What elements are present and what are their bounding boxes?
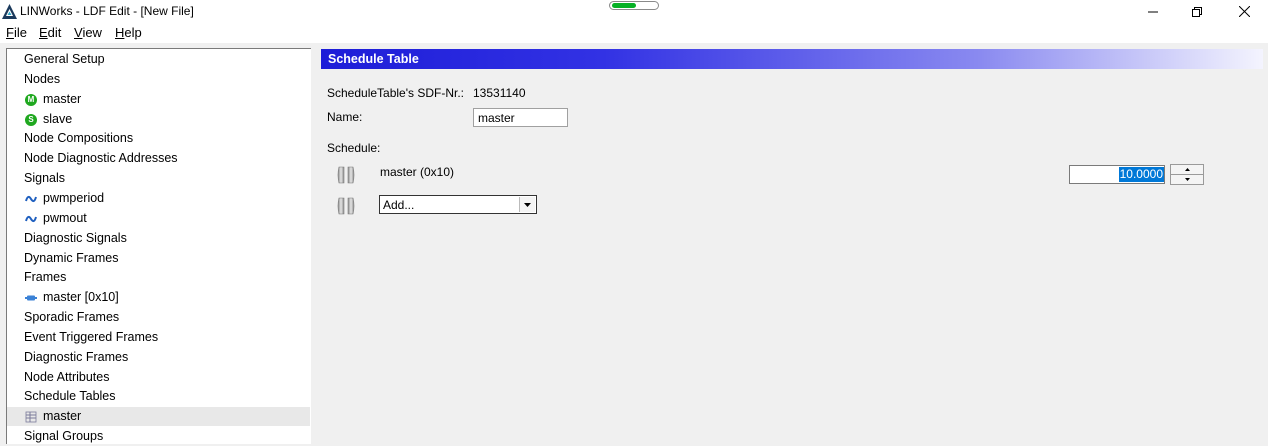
tree-item-label: pwmperiod — [43, 190, 105, 205]
close-icon — [1238, 6, 1250, 17]
menu-view-rest: iew — [82, 25, 102, 40]
menu-view[interactable]: View — [74, 25, 102, 40]
minimize-button[interactable] — [1130, 0, 1176, 23]
delay-input[interactable]: 10.0000 — [1069, 165, 1165, 184]
tree-item-event-triggered-frames[interactable]: Event Triggered Frames — [7, 328, 310, 347]
restore-icon — [1192, 6, 1202, 17]
tree-item-label: Node Attributes — [24, 369, 110, 384]
menu-file[interactable]: File — [6, 25, 27, 40]
tree-item-node-compositions[interactable]: Node Compositions — [7, 129, 310, 148]
tree-item-slave[interactable]: Sslave — [7, 110, 310, 129]
menu-file-mnemonic: F — [6, 25, 14, 40]
dropdown-button[interactable] — [519, 197, 535, 212]
spin-up-button[interactable] — [1171, 165, 1203, 175]
tree-item-diagnostic-frames[interactable]: Diagnostic Frames — [7, 348, 310, 367]
progress-indicator — [609, 1, 659, 10]
spin-down-button[interactable] — [1171, 175, 1203, 184]
signal-wave-icon — [25, 215, 37, 222]
schedule-table-icon — [25, 411, 37, 423]
tree-item-pwmperiod[interactable]: pwmperiod — [7, 189, 310, 208]
schedule-entry-label: master (0x10) — [380, 165, 455, 179]
menu-bar: File Edit View Help — [0, 23, 1268, 43]
tree-item-pwmout[interactable]: pwmout — [7, 209, 310, 228]
drag-handle-icon[interactable] — [336, 196, 356, 216]
progress-fill — [612, 3, 637, 8]
menu-edit[interactable]: Edit — [39, 25, 61, 40]
menu-edit-rest: dit — [47, 25, 62, 40]
tree-item-master[interactable]: Mmaster — [7, 90, 310, 109]
tree-item-master-0x10[interactable]: master [0x10] — [7, 288, 310, 307]
tree-item-diagnostic-signals[interactable]: Diagnostic Signals — [7, 229, 310, 248]
tree-item-label: pwmout — [43, 210, 87, 225]
sdf-label: ScheduleTable's SDF-Nr.: — [327, 86, 465, 100]
panel-header: Schedule Table — [321, 49, 1263, 69]
tree-item-dynamic-frames[interactable]: Dynamic Frames — [7, 249, 310, 268]
window-title: LINWorks - LDF Edit - [New File] — [20, 4, 194, 18]
tree-item-sporadic-frames[interactable]: Sporadic Frames — [7, 308, 310, 327]
chevron-down-icon — [524, 203, 531, 207]
tree-item-label: master — [43, 409, 82, 424]
tree-item-label: Signals — [24, 171, 65, 186]
menu-help[interactable]: Help — [115, 25, 142, 40]
frame-icon — [25, 295, 37, 301]
add-entry-value: Add... — [383, 198, 415, 212]
delay-value: 10.0000 — [1118, 167, 1164, 182]
tree-item-label: master — [43, 91, 82, 106]
spin-up-icon — [1184, 168, 1190, 171]
tree-item-label: Node Compositions — [24, 131, 134, 146]
tree-item-nodes[interactable]: Nodes — [7, 70, 310, 89]
tree-item-signal-groups[interactable]: Signal Groups — [7, 427, 310, 446]
menu-edit-mnemonic: E — [39, 25, 48, 40]
tree-item-label: Signal Groups — [24, 429, 104, 444]
slave-node-icon: S — [25, 113, 37, 126]
title-bar: LINWorks - LDF Edit - [New File] — [0, 0, 1268, 23]
name-label: Name: — [327, 110, 363, 124]
add-entry-dropdown[interactable]: Add... — [379, 195, 537, 214]
delay-spinner[interactable] — [1170, 164, 1204, 185]
tree-item-signals[interactable]: Signals — [7, 169, 310, 188]
tree-item-label: Sporadic Frames — [24, 310, 120, 325]
minimize-icon — [1148, 11, 1158, 12]
tree-item-label: Schedule Tables — [24, 389, 116, 404]
tree-item-label: Dynamic Frames — [24, 250, 119, 265]
menu-help-rest: elp — [124, 25, 142, 40]
name-input[interactable] — [473, 108, 568, 127]
tree-item-label: Event Triggered Frames — [24, 329, 159, 344]
tree-item-schedule-tables[interactable]: Schedule Tables — [7, 387, 310, 406]
tree-item-label: General Setup — [24, 52, 105, 66]
tree-item-label: Diagnostic Frames — [24, 349, 129, 364]
tree-item-label: Diagnostic Signals — [24, 230, 127, 245]
tree-item-node-diagnostic-addresses[interactable]: Node Diagnostic Addresses — [7, 149, 310, 168]
schedule-label: Schedule: — [327, 141, 381, 155]
master-node-icon: M — [25, 93, 37, 106]
sdf-value: 13531140 — [473, 86, 526, 100]
restore-button[interactable] — [1174, 0, 1220, 23]
menu-help-mnemonic: H — [115, 25, 125, 40]
tree-item-label: Frames — [24, 270, 67, 285]
spin-down-icon — [1184, 178, 1190, 181]
tree-item-label: Nodes — [24, 71, 61, 86]
signal-wave-icon — [25, 195, 37, 202]
tree-item-label: slave — [43, 111, 73, 126]
menu-file-rest: ile — [13, 25, 27, 40]
tree-item-node-attributes[interactable]: Node Attributes — [7, 368, 310, 387]
linworks-logo-icon — [2, 4, 17, 19]
schedule-table-panel: Schedule Table — [321, 47, 1263, 443]
panel-title: Schedule Table — [328, 52, 419, 66]
tree-item-label: Node Diagnostic Addresses — [24, 151, 178, 166]
tree-item-master[interactable]: master — [7, 407, 310, 427]
tree-item-general-setup[interactable]: General Setup — [7, 50, 310, 69]
close-button[interactable] — [1221, 0, 1267, 23]
tree-item-frames[interactable]: Frames — [7, 268, 310, 287]
tree-item-label: master [0x10] — [43, 290, 119, 305]
navigation-tree[interactable]: General Setup Nodes Mmaster Sslave Node Comp… — [6, 48, 311, 444]
drag-handle-icon[interactable] — [336, 165, 356, 185]
